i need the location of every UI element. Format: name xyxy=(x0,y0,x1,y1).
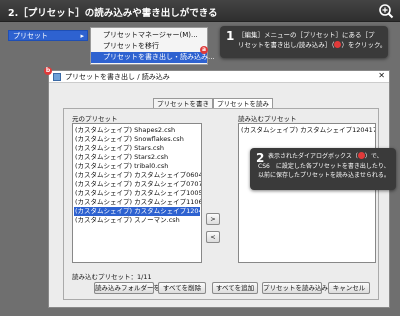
list-item[interactable]: (カスタムシェイプ) Shapes2.csh xyxy=(75,126,175,135)
list-item[interactable]: (カスタムシェイプ) カスタムシェイプ120417.csh xyxy=(241,126,375,135)
list-item[interactable]: (カスタムシェイプ) カスタムシェイプ1005.csh xyxy=(75,189,201,198)
import-count-status: 読み込むプリセット：1/11 xyxy=(72,273,152,281)
page-title: 2.［プリセット］の読み込みや書き出しができる xyxy=(8,8,218,19)
remove-all-button[interactable]: すべてを削除 xyxy=(158,282,206,294)
select-import-folder-button[interactable]: 読み込みフォルダーを選択 xyxy=(94,282,173,294)
source-presets-list[interactable]: (カスタムシェイプ) Shapes2.csh (カスタムシェイプ) Snowfl… xyxy=(72,123,202,263)
import-presets-label: 読み込むプリセット xyxy=(238,115,297,123)
callout-1-line2b: ）をクリック。 xyxy=(341,41,387,49)
callout-1-line1: ［編集］メニューの［プリセット］にある［プ xyxy=(238,31,375,39)
list-item[interactable]: (カスタムシェイプ) Stars.csh xyxy=(75,144,164,153)
menu-item-preset-manager[interactable]: プリセットマネージャー(M)... xyxy=(91,30,207,41)
preset-submenu: プリセットマネージャー(M)... プリセットを移行 プリセットを書き出し・読み… xyxy=(90,27,215,65)
callout-1: 1 ［編集］メニューの［プリセット］にある［プ リセットを書き出し/読み込み］（… xyxy=(220,26,388,58)
list-item[interactable]: (カスタムシェイプ) Snowflakes.csh xyxy=(75,135,184,144)
add-all-button[interactable]: すべてを追加 xyxy=(212,282,258,294)
add-to-import-button[interactable]: > xyxy=(206,213,220,225)
preset-menu-label: プリセット xyxy=(13,32,48,40)
list-item[interactable]: (カスタムシェイプ) Stars2.csh xyxy=(75,153,168,162)
menu-item-migrate-presets[interactable]: プリセットを移行 xyxy=(91,41,207,52)
source-presets-label: 元のプリセット xyxy=(72,115,118,123)
dialog-title: プリセットを書き出し / 読み込み xyxy=(65,73,170,81)
badge-b: b xyxy=(44,67,52,75)
preset-menu-trigger[interactable]: プリセット ▸ xyxy=(8,30,88,41)
badge-a: a xyxy=(200,46,208,54)
callout-1-number: 1 xyxy=(226,29,235,43)
import-presets-list[interactable]: (カスタムシェイプ) カスタムシェイプ120417.csh xyxy=(238,123,376,263)
callout-2-line2: CS6 に設定した各プリセットを書き出したり、 xyxy=(258,162,390,170)
list-item[interactable]: (カスタムシェイプ) スノーマン.csh xyxy=(75,216,180,225)
callout-2-line1b: ）で、 xyxy=(364,153,383,160)
import-presets-button[interactable]: プリセットを読み込み xyxy=(262,282,328,294)
list-item[interactable]: (カスタムシェイプ) カスタムシェイプ0707.csh xyxy=(75,180,201,189)
list-item[interactable]: (カスタムシェイプ) カスタムシェイプ1106.csh xyxy=(75,198,201,207)
list-item[interactable]: (カスタムシェイプ) tribal0.csh xyxy=(75,162,168,171)
list-item[interactable]: (カスタムシェイプ) カスタムシェイプ0604.csh xyxy=(75,171,201,180)
zoom-in-icon[interactable] xyxy=(378,3,394,19)
app-icon xyxy=(53,73,61,81)
menu-item-export-import-presets[interactable]: プリセットを書き出し・読み込み... xyxy=(91,52,215,63)
red-dot-marker-icon xyxy=(357,152,365,159)
close-icon[interactable]: ✕ xyxy=(378,71,385,80)
header-bar: 2.［プリセット］の読み込みや書き出しができる xyxy=(0,0,400,22)
remove-from-import-button[interactable]: < xyxy=(206,231,220,243)
submenu-arrow-icon: ▸ xyxy=(80,32,84,40)
dialog-titlebar: プリセットを書き出し / 読み込み ✕ xyxy=(49,71,389,83)
cancel-button[interactable]: キャンセル xyxy=(328,282,370,294)
callout-2: 2 表示されたダイアログボックス（ ）で、 CS6 に設定した各プリセットを書き出… xyxy=(250,148,396,190)
callout-1-line2a: リセットを書き出し/読み込み］（ xyxy=(238,41,335,49)
list-item-selected[interactable]: (カスタムシェイプ) カスタムシェイプ120417.csh xyxy=(74,207,201,216)
callout-2-line3: 以前に保存したプリセットを読み込ませられる。 xyxy=(258,172,390,179)
tab-panel: 元のプリセット 読み込むプリセット (カスタムシェイプ) Shapes2.csh… xyxy=(63,108,379,300)
callout-2-line1a: 表示されたダイアログボックス（ xyxy=(268,153,358,160)
